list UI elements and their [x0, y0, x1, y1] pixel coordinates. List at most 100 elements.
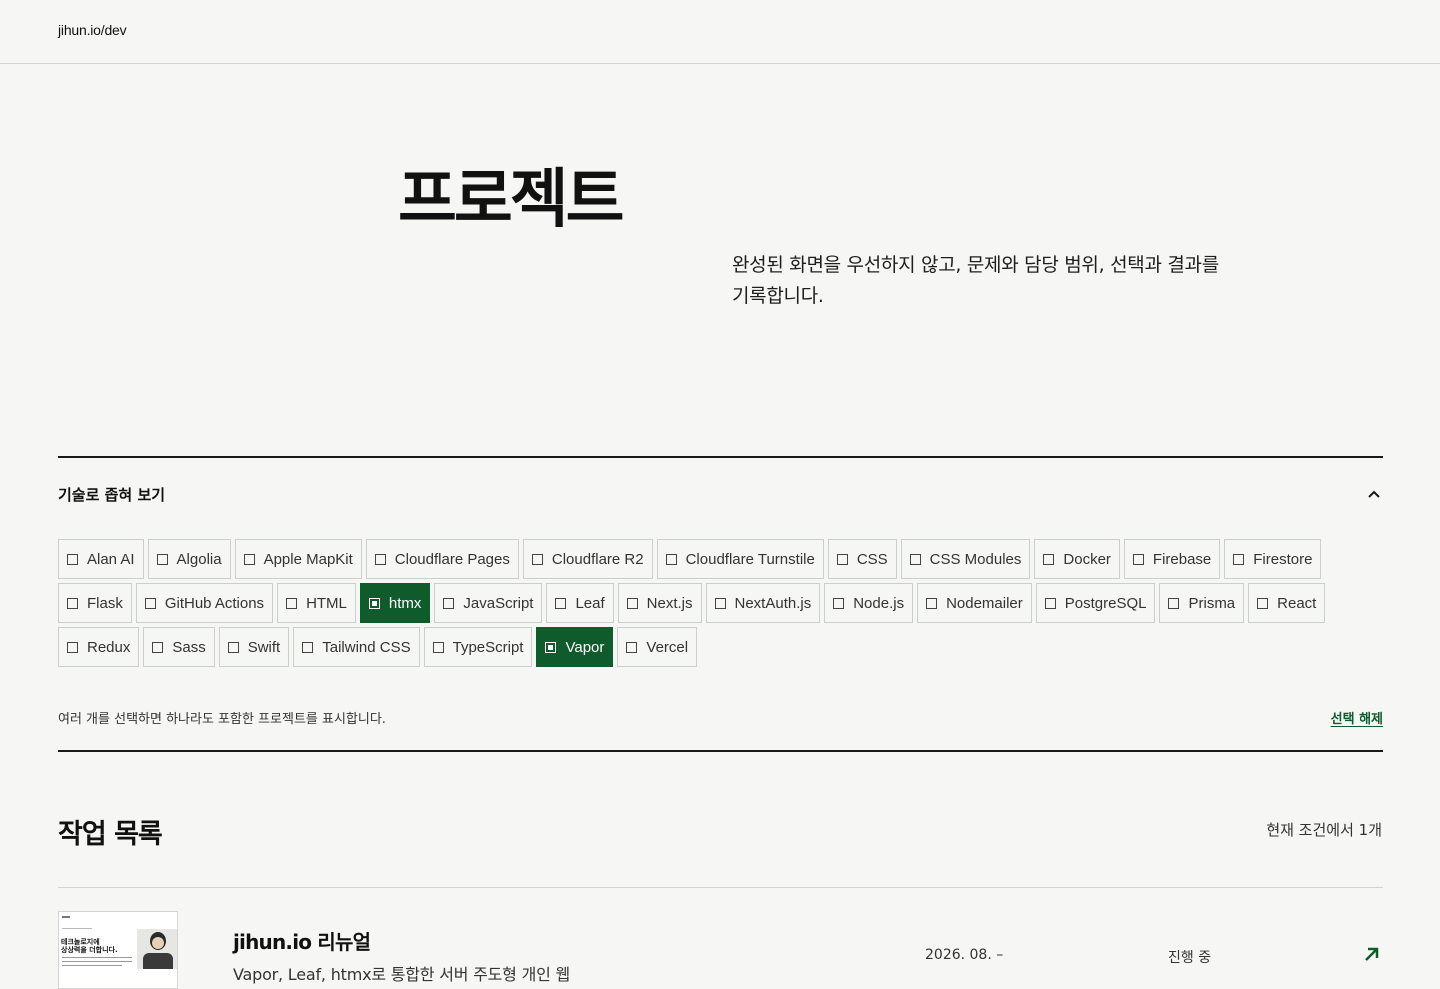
checkbox-icon	[1044, 597, 1056, 609]
site-logo[interactable]: jihun.io/dev	[58, 22, 127, 38]
checkbox-icon	[1257, 597, 1269, 609]
chip-label: Firebase	[1152, 550, 1212, 568]
chip-label: Tailwind CSS	[322, 638, 411, 656]
checkbox-icon	[67, 597, 78, 609]
tech-chip-list: Alan AI Algolia Apple MapKit Cloudflare Pag…	[58, 539, 1383, 671]
chevron-up-icon[interactable]	[1367, 486, 1381, 498]
chip-label: Vapor	[565, 638, 605, 656]
chip-label: HTML	[306, 594, 347, 612]
tech-chip-node-js[interactable]: Node.js	[824, 583, 914, 623]
checkbox-icon	[926, 597, 938, 609]
tech-chip-css-modules[interactable]: CSS Modules	[900, 539, 1031, 579]
chip-label: Apple MapKit	[263, 550, 353, 568]
tech-chip-next-js[interactable]: Next.js	[617, 583, 702, 623]
chip-row: Redux Sass Swift Tailwind CSS TypeScript Vapo…	[58, 627, 1383, 667]
tech-chip-typescript[interactable]: TypeScript	[423, 627, 533, 667]
tech-chip-prisma[interactable]: Prisma	[1159, 583, 1245, 623]
tech-chip-apple-mapkit[interactable]: Apple MapKit	[234, 539, 362, 579]
checkbox-icon	[67, 553, 78, 565]
project-status: 진행 중	[1168, 950, 1212, 966]
chip-label: Vercel	[646, 638, 689, 656]
checkbox-icon	[836, 553, 848, 565]
chip-label: Swift	[247, 638, 281, 656]
checkbox-icon	[144, 597, 156, 609]
chip-row: Alan AI Algolia Apple MapKit Cloudflare Pag…	[58, 539, 1383, 579]
checkbox-icon	[833, 597, 845, 609]
page-title: 프로젝트	[398, 163, 625, 237]
tech-chip-alan-ai[interactable]: Alan AI	[58, 539, 144, 579]
page-description: 완성된 화면을 우선하지 않고, 문제와 담당 범위, 선택과 결과를 기록합니…	[732, 254, 1219, 307]
tech-chip-cloudflare-r2[interactable]: Cloudflare R2	[522, 539, 653, 579]
tech-chip-css[interactable]: CSS	[827, 539, 897, 579]
work-list-title: 작업 목록	[58, 819, 163, 850]
chip-row: Flask GitHub Actions HTML htmx JavaScript Lea…	[58, 583, 1383, 623]
chip-label: Alan AI	[87, 550, 135, 568]
chip-label: CSS	[856, 550, 888, 568]
chip-label: Cloudflare Turnstile	[685, 550, 815, 568]
tech-chip-cloudflare-pages[interactable]: Cloudflare Pages	[365, 539, 519, 579]
tech-chip-vercel[interactable]: Vercel	[617, 627, 698, 667]
tech-chip-javascript[interactable]: JavaScript	[434, 583, 543, 623]
chip-label: CSS Modules	[929, 550, 1022, 568]
tech-chip-postgresql[interactable]: PostgreSQL	[1035, 583, 1156, 623]
tech-chip-leaf[interactable]: Leaf	[546, 583, 614, 623]
project-description: Vapor, Leaf, htmx로 통합한 서버 주도형 개인 웹	[233, 965, 571, 984]
chip-label: Cloudflare Pages	[394, 550, 510, 568]
tech-chip-cloudflare-turnstile[interactable]: Cloudflare Turnstile	[656, 539, 824, 579]
tech-chip-swift[interactable]: Swift	[218, 627, 290, 667]
thumbnail-heading: 테크놀로지에 상상력을 더합니다.	[61, 938, 118, 954]
checkbox-icon	[243, 553, 255, 565]
tech-chip-vapor[interactable]: Vapor	[536, 627, 614, 667]
checkbox-icon	[156, 553, 168, 565]
tech-chip-github-actions[interactable]: GitHub Actions	[135, 583, 274, 623]
chip-label: Leaf	[575, 594, 605, 612]
checkbox-icon	[286, 597, 298, 609]
project-row[interactable]: 테크놀로지에 상상력을 더합니다. jihun.io 리뉴얼 Vapor, Le…	[58, 888, 1383, 989]
chip-label: Prisma	[1188, 594, 1236, 612]
checkbox-icon	[665, 553, 677, 565]
tech-chip-sass[interactable]: Sass	[143, 627, 215, 667]
filter-title: 기술로 좁혀 보기	[58, 486, 166, 504]
chip-label: Firestore	[1253, 550, 1313, 568]
tech-chip-redux[interactable]: Redux	[58, 627, 140, 667]
tech-chip-html[interactable]: HTML	[277, 583, 356, 623]
checkbox-icon	[374, 553, 386, 565]
arrow-up-right-icon[interactable]	[1363, 945, 1381, 963]
checkbox-icon	[909, 553, 921, 565]
checkbox-icon	[432, 641, 444, 653]
filter-hint: 여러 개를 선택하면 하나라도 포함한 프로젝트를 표시합니다.	[58, 712, 386, 727]
tech-chip-firestore[interactable]: Firestore	[1224, 539, 1322, 579]
chip-label: Flask	[87, 594, 123, 612]
checkbox-icon	[555, 597, 567, 609]
tech-chip-algolia[interactable]: Algolia	[147, 539, 231, 579]
tech-chip-firebase[interactable]: Firebase	[1123, 539, 1221, 579]
tech-chip-nextauth-js[interactable]: NextAuth.js	[705, 583, 821, 623]
checkbox-icon	[302, 641, 314, 653]
checkbox-icon	[626, 597, 638, 609]
avatar	[137, 929, 177, 969]
checkbox-icon	[1043, 553, 1055, 565]
checkbox-icon	[714, 597, 726, 609]
chip-label: Redux	[87, 638, 131, 656]
tech-chip-docker[interactable]: Docker	[1034, 539, 1120, 579]
tech-filter-panel: 기술로 좁혀 보기 Alan AI Algolia Apple MapKit Clou…	[58, 456, 1383, 752]
clear-selection-link[interactable]: 선택 해제	[1331, 708, 1383, 727]
checkbox-checked-icon	[545, 641, 557, 653]
project-thumbnail: 테크놀로지에 상상력을 더합니다.	[58, 911, 178, 989]
checkbox-checked-icon	[368, 597, 380, 609]
project-title: jihun.io 리뉴얼	[233, 930, 371, 954]
tech-chip-react[interactable]: React	[1248, 583, 1326, 623]
chip-label: NextAuth.js	[734, 594, 812, 612]
chip-label: TypeScript	[452, 638, 524, 656]
chip-label: GitHub Actions	[164, 594, 265, 612]
chip-label: Node.js	[853, 594, 905, 612]
checkbox-icon	[227, 641, 239, 653]
tech-chip-nodemailer[interactable]: Nodemailer	[917, 583, 1032, 623]
tech-chip-htmx[interactable]: htmx	[359, 583, 431, 623]
tech-chip-tailwind-css[interactable]: Tailwind CSS	[293, 627, 420, 667]
result-count: 현재 조건에서 1개	[1266, 821, 1382, 839]
chip-label: Next.js	[646, 594, 693, 612]
tech-chip-flask[interactable]: Flask	[58, 583, 132, 623]
chip-label: Sass	[172, 638, 206, 656]
chip-label: JavaScript	[463, 594, 534, 612]
